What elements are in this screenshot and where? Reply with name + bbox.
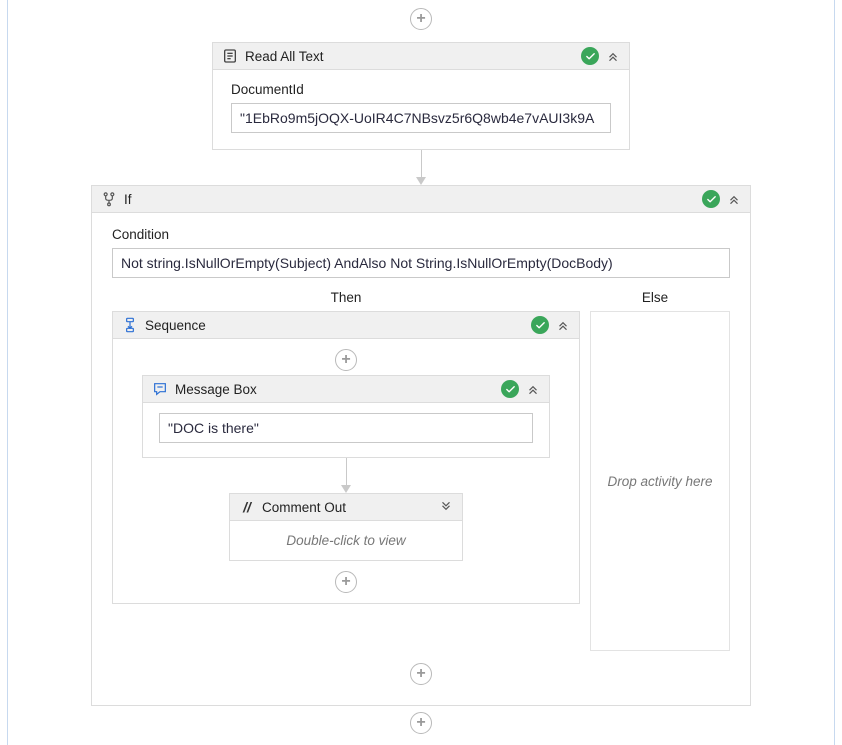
message-box-body xyxy=(143,403,549,457)
validation-ok-icon xyxy=(702,190,720,208)
sequence-activity[interactable]: Sequence xyxy=(112,311,580,604)
else-drop-placeholder: Drop activity here xyxy=(607,474,712,489)
condition-label: Condition xyxy=(112,227,730,242)
then-header: Then xyxy=(112,290,580,311)
collapse-button[interactable] xyxy=(525,382,541,396)
sequence-body: Message Box xyxy=(113,339,579,603)
insert-activity-button[interactable] xyxy=(410,8,432,30)
flow-connector xyxy=(346,458,347,486)
message-box-input[interactable] xyxy=(159,413,533,443)
collapse-button[interactable] xyxy=(555,318,571,332)
validation-ok-icon xyxy=(581,47,599,65)
validation-ok-icon xyxy=(501,380,519,398)
insert-activity-button[interactable] xyxy=(335,571,357,593)
comment-out-body-hint[interactable]: Double-click to view xyxy=(230,521,462,560)
then-branch[interactable]: Sequence xyxy=(112,311,580,651)
designer-left-ruler xyxy=(7,0,8,745)
collapse-button[interactable] xyxy=(726,192,742,206)
branch-headers: Then Else xyxy=(112,290,730,311)
insert-activity-button[interactable] xyxy=(335,349,357,371)
validation-ok-icon xyxy=(531,316,549,334)
read-all-text-activity[interactable]: Read All Text DocumentId xyxy=(212,42,630,150)
designer-right-ruler xyxy=(834,0,835,745)
expand-button[interactable] xyxy=(438,500,454,514)
sequence-header[interactable]: Sequence xyxy=(113,312,579,339)
else-header: Else xyxy=(580,290,730,311)
read-text-icon xyxy=(221,47,239,65)
message-box-activity[interactable]: Message Box xyxy=(142,375,550,458)
sequence-title: Sequence xyxy=(145,318,525,333)
flow-connector xyxy=(421,150,422,178)
comment-out-header[interactable]: // Comment Out xyxy=(230,494,462,521)
insert-activity-button[interactable] xyxy=(410,712,432,734)
if-body: Condition Then Else Seq xyxy=(92,213,750,705)
if-header[interactable]: If xyxy=(92,186,750,213)
flow-arrow-icon xyxy=(416,177,426,185)
comment-out-icon: // xyxy=(238,498,256,516)
condition-input[interactable] xyxy=(112,248,730,278)
message-box-title: Message Box xyxy=(175,382,495,397)
flow-arrow-icon xyxy=(341,485,351,493)
read-all-text-body: DocumentId xyxy=(213,70,629,149)
else-drop-zone[interactable]: Drop activity here xyxy=(590,311,730,651)
read-all-text-title: Read All Text xyxy=(245,49,575,64)
else-branch[interactable]: Drop activity here xyxy=(590,311,730,651)
insert-activity-button[interactable] xyxy=(410,663,432,685)
message-box-header[interactable]: Message Box xyxy=(143,376,549,403)
if-title: If xyxy=(124,192,696,207)
sequence-icon xyxy=(121,316,139,334)
documentid-input[interactable] xyxy=(231,103,611,133)
if-activity[interactable]: If Condition Then Else xyxy=(91,185,751,706)
read-all-text-header[interactable]: Read All Text xyxy=(213,43,629,70)
message-box-icon xyxy=(151,380,169,398)
comment-out-title: Comment Out xyxy=(262,500,432,515)
comment-out-activity[interactable]: // Comment Out Double-click to view xyxy=(229,493,463,561)
if-icon xyxy=(100,190,118,208)
documentid-label: DocumentId xyxy=(231,82,611,97)
collapse-button[interactable] xyxy=(605,49,621,63)
